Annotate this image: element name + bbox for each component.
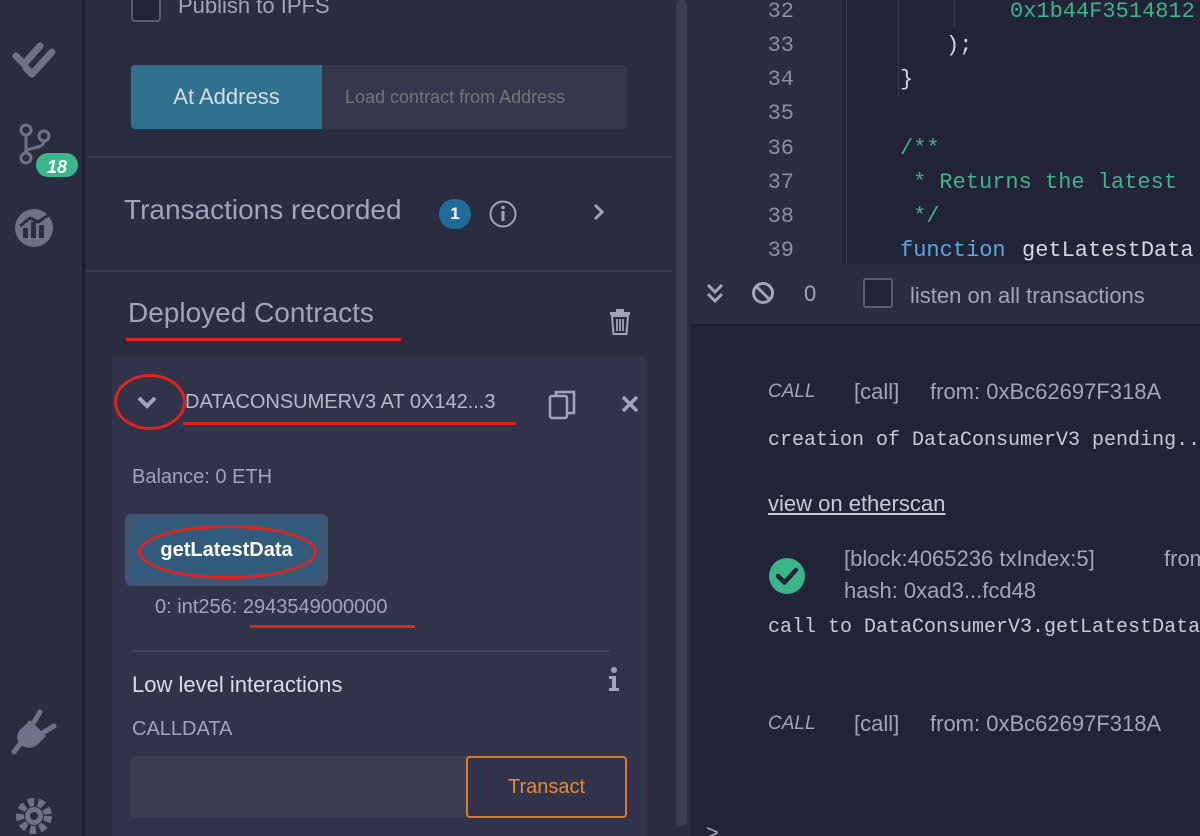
icon-rail: 18 <box>0 0 84 836</box>
function-result: 0: int256: 2943549000000 <box>155 596 388 618</box>
annotation-underline <box>183 422 516 425</box>
calldata-input[interactable] <box>131 756 467 818</box>
annotation-underline <box>126 338 401 341</box>
info-icon[interactable] <box>488 199 518 229</box>
success-check-icon <box>769 558 805 594</box>
log-tx-hash[interactable]: hash: 0xad3...fcd48 <box>844 578 1036 604</box>
plug-icon[interactable] <box>10 708 58 756</box>
clear-console-icon[interactable] <box>751 281 775 305</box>
section-divider <box>86 270 672 272</box>
line-number: 36 <box>767 136 794 161</box>
at-address-group: At Address <box>131 65 627 129</box>
info-icon[interactable] <box>604 666 624 692</box>
log-from-truncated: from <box>1164 546 1200 571</box>
chevron-right-icon[interactable] <box>586 200 610 224</box>
publish-ipfs-checkbox[interactable] <box>131 0 161 22</box>
double-check-icon[interactable] <box>10 34 58 82</box>
log-pending-message: creation of DataConsumerV3 pending... <box>768 429 1200 452</box>
low-level-interactions-title: Low level interactions <box>132 672 343 697</box>
log-type-tag: CALL <box>768 713 816 734</box>
at-address-button[interactable]: At Address <box>131 65 322 129</box>
line-number: 37 <box>767 170 794 195</box>
log-from: from: 0xBc62697F318A <box>930 379 1162 404</box>
code-line: 0x1b44F3514812 <box>1010 0 1195 24</box>
log-call-to: call to DataConsumerV3.getLatestData <box>768 616 1200 639</box>
card-divider <box>132 650 610 652</box>
transactions-recorded-title[interactable]: Transactions recorded <box>124 194 402 226</box>
log-block-info: [block:4065236 txIndex:5] <box>844 546 1095 571</box>
line-number: 32 <box>767 0 794 24</box>
copy-icon[interactable] <box>546 389 578 421</box>
line-number: 39 <box>767 238 794 263</box>
trash-icon[interactable] <box>608 309 632 335</box>
indent-guide <box>846 0 847 264</box>
analytics-icon[interactable] <box>10 204 58 252</box>
code-line: * Returns the latest <box>913 170 1178 195</box>
annotation-ellipse <box>138 525 317 579</box>
transactions-count-badge: 1 <box>439 199 471 229</box>
code-line: /** <box>900 136 940 161</box>
publish-ipfs-label: Publish to IPFS <box>178 0 330 18</box>
indent-guide <box>898 0 899 96</box>
transact-button[interactable]: Transact <box>466 756 627 818</box>
log-from: from: 0xBc62697F318A <box>930 711 1162 736</box>
line-number: 34 <box>767 67 794 92</box>
deployed-contracts-title: Deployed Contracts <box>128 297 374 328</box>
code-keyword: function <box>900 238 1006 263</box>
terminal-prompt[interactable]: > <box>706 820 719 836</box>
code-line: ); <box>946 33 973 58</box>
gear-icon[interactable] <box>10 792 58 836</box>
log-call-label: [call] <box>854 711 900 736</box>
git-changes-badge: 18 <box>34 151 80 179</box>
view-on-etherscan-link[interactable]: view on etherscan <box>768 491 945 517</box>
contract-balance: Balance: 0 ETH <box>132 466 273 488</box>
line-number: 38 <box>767 204 794 229</box>
contract-instance-name[interactable]: DATACONSUMERV3 AT 0X142...3 <box>185 391 507 414</box>
pending-tx-count: 0 <box>804 281 817 306</box>
double-chevron-down-icon[interactable] <box>704 282 726 306</box>
log-type-tag: CALL <box>768 381 816 402</box>
chevron-down-icon[interactable] <box>134 390 160 414</box>
scrollbar-thumb[interactable] <box>676 0 687 826</box>
contract-address-input[interactable] <box>322 65 627 129</box>
annotation-underline <box>250 625 415 628</box>
code-line: } <box>900 67 914 92</box>
code-editor[interactable]: 32 33 34 35 36 37 38 39 0x1b44F3514812 )… <box>690 0 1200 264</box>
calldata-label: CALLDATA <box>132 718 233 740</box>
code-line: */ <box>913 204 940 229</box>
log-call-label: [call] <box>854 379 900 404</box>
code-line: getLatestData <box>1022 238 1194 263</box>
close-icon[interactable] <box>619 393 641 415</box>
line-number: 33 <box>767 33 794 58</box>
section-divider <box>86 156 672 158</box>
listen-all-label: listen on all transactions <box>910 283 1145 308</box>
indent-guide <box>954 0 955 26</box>
line-number: 35 <box>767 101 794 126</box>
panel-scrollbar[interactable] <box>672 0 690 836</box>
listen-all-checkbox[interactable] <box>863 278 893 308</box>
